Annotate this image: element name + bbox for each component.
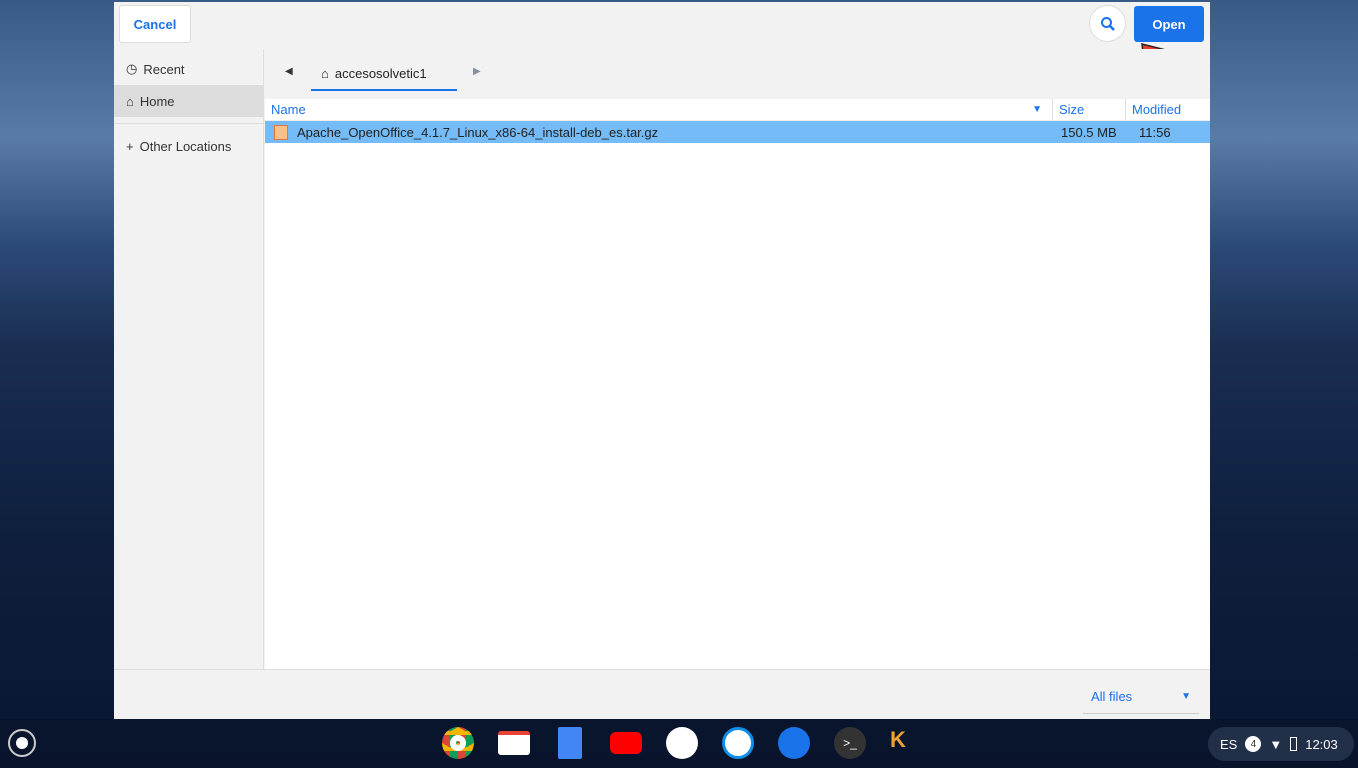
launcher-button[interactable] xyxy=(8,729,36,757)
sidebar-item-label: Other Locations xyxy=(139,138,232,154)
header-bar: Cancel Open xyxy=(114,2,1210,96)
column-headers: Name ▼ Size Modified xyxy=(265,99,1210,121)
sort-down-icon: ▼ xyxy=(1032,104,1042,115)
home-icon: ⌂ xyxy=(321,65,329,81)
divider xyxy=(114,123,263,124)
shelf: >_ K ES 4 ▼ 12:03 xyxy=(0,719,1358,768)
chevron-down-icon: ▼ xyxy=(1181,691,1191,702)
ime-indicator: ES xyxy=(1220,736,1238,752)
gmail-icon[interactable] xyxy=(498,731,530,755)
open-button[interactable]: Open xyxy=(1134,6,1204,42)
clock-time: 12:03 xyxy=(1305,736,1338,752)
file-size: 150.5 MB xyxy=(1061,124,1117,140)
path-forward-icon[interactable]: ▶ xyxy=(473,66,481,77)
column-size[interactable]: Size xyxy=(1053,99,1126,120)
path-bar: ◀ ⌂ accesosolvetic1 ▶ xyxy=(265,49,1210,99)
notification-count-badge: 4 xyxy=(1245,736,1262,752)
play-store-icon[interactable] xyxy=(666,727,698,759)
plus-icon: + xyxy=(126,138,134,154)
file-list-area: ◀ ⌂ accesosolvetic1 ▶ Name ▼ Size Modified… xyxy=(265,49,1210,669)
sidebar-item-other-locations[interactable]: + Other Locations xyxy=(114,130,263,162)
file-type-filter[interactable]: All files ▼ xyxy=(1083,680,1199,714)
search-button[interactable] xyxy=(1089,5,1126,42)
sidebar-item-label: Recent xyxy=(143,61,185,77)
battery-icon xyxy=(1290,737,1298,751)
breadcrumb-label: accesosolvetic1 xyxy=(334,65,427,81)
search-icon xyxy=(1100,16,1115,31)
file-modified: 11:56 xyxy=(1139,124,1171,140)
cancel-button[interactable]: Cancel xyxy=(119,5,191,43)
column-label: Name xyxy=(271,102,306,117)
file-chooser-dialog: Cancel Open ◷ Recent ⌂ Home + Other Locatio… xyxy=(114,2,1210,719)
docs-icon[interactable] xyxy=(558,727,582,759)
column-modified[interactable]: Modified xyxy=(1126,99,1210,120)
teamviewer-icon[interactable] xyxy=(722,727,754,759)
youtube-icon[interactable] xyxy=(610,732,642,754)
wifi-icon: ▼ xyxy=(1269,736,1283,752)
archive-file-icon xyxy=(274,124,288,140)
footer-bar: All files ▼ xyxy=(114,669,1210,719)
file-name: Apache_OpenOffice_4.1.7_Linux_x86-64_ins… xyxy=(297,124,659,140)
home-icon: ⌂ xyxy=(126,93,134,109)
path-back-icon[interactable]: ◀ xyxy=(285,66,293,77)
terminal-icon[interactable]: >_ xyxy=(834,727,866,759)
xfce-app-icon[interactable]: K xyxy=(890,727,922,759)
status-tray[interactable]: ES 4 ▼ 12:03 xyxy=(1208,727,1354,761)
filter-label: All files xyxy=(1091,689,1133,704)
table-row[interactable]: Apache_OpenOffice_4.1.7_Linux_x86-64_ins… xyxy=(265,121,1210,143)
breadcrumb-home[interactable]: ⌂ accesosolvetic1 xyxy=(311,57,457,91)
files-icon[interactable] xyxy=(778,727,810,759)
sidebar-item-recent[interactable]: ◷ Recent xyxy=(114,53,263,85)
sidebar-item-label: Home xyxy=(139,93,175,109)
sidebar-item-home[interactable]: ⌂ Home xyxy=(114,85,263,117)
clock-icon: ◷ xyxy=(126,61,138,76)
chrome-icon[interactable] xyxy=(442,727,474,759)
sidebar: ◷ Recent ⌂ Home + Other Locations xyxy=(114,49,264,669)
column-name[interactable]: Name ▼ xyxy=(265,99,1053,120)
